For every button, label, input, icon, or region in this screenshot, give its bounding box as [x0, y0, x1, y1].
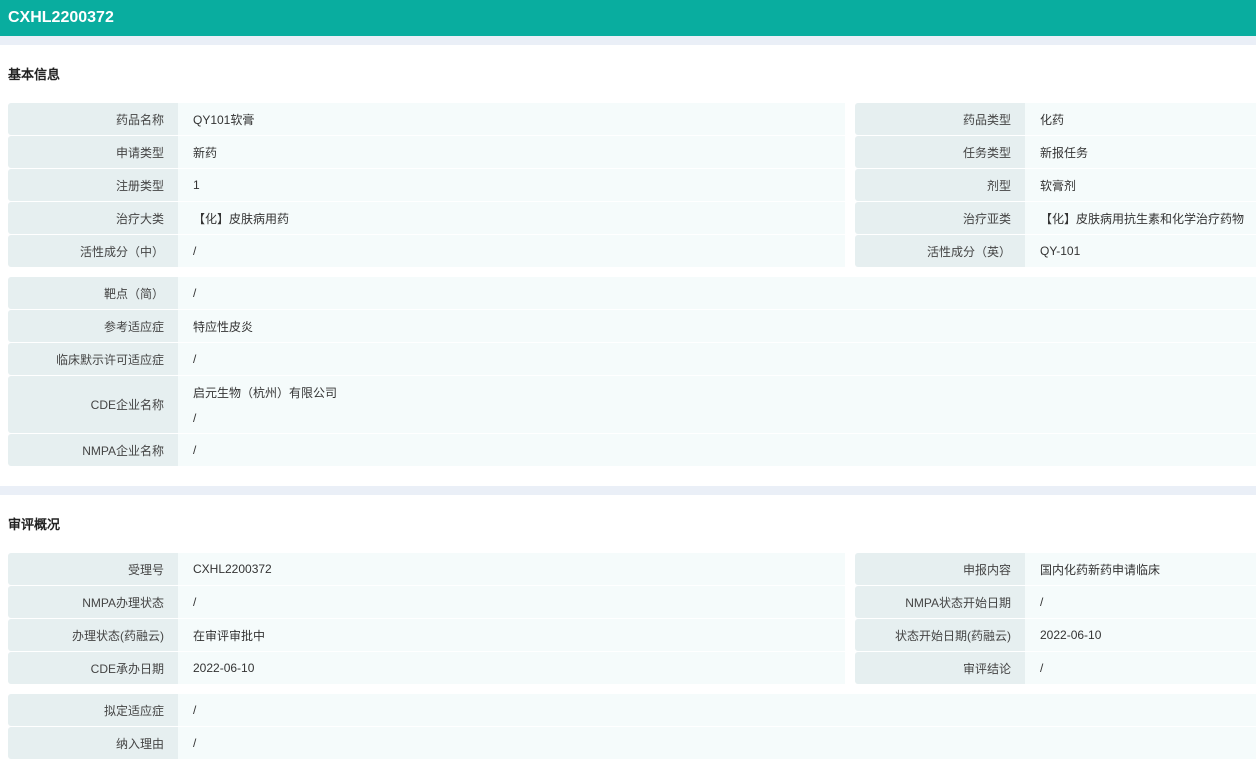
field-value: /: [1025, 586, 1256, 618]
field-label: 活性成分（中）: [8, 235, 178, 267]
info-row: 纳入理由 /: [8, 727, 1256, 759]
field-value: 2022-06-10: [1025, 619, 1256, 651]
field-label: 活性成分（英）: [855, 235, 1025, 267]
field-label: 药品类型: [855, 103, 1025, 135]
field-value: 化药: [1025, 103, 1256, 135]
field-label: 拟定适应症: [8, 694, 178, 726]
info-row: 活性成分（中） /: [8, 235, 845, 267]
field-value-line: 启元生物（杭州）有限公司: [193, 386, 338, 400]
field-value: 【化】皮肤病用抗生素和化学治疗药物: [1025, 202, 1256, 234]
field-label: NMPA办理状态: [8, 586, 178, 618]
field-value: 新报任务: [1025, 136, 1256, 168]
info-row: 注册类型 1: [8, 169, 845, 201]
field-value: 1: [178, 169, 845, 201]
field-label: 参考适应症: [8, 310, 178, 342]
field-value-line: /: [193, 411, 197, 425]
field-value: 新药: [178, 136, 845, 168]
field-label: 申报内容: [855, 553, 1025, 585]
info-row: 申报内容 国内化药新药申请临床: [855, 553, 1256, 585]
field-label: 审评结论: [855, 652, 1025, 684]
info-row: 办理状态(药融云) 在审评审批中: [8, 619, 845, 651]
info-row: 任务类型 新报任务: [855, 136, 1256, 168]
field-value: /: [178, 277, 1256, 309]
info-row: 剂型 软膏剂: [855, 169, 1256, 201]
field-label: CDE企业名称: [8, 376, 178, 433]
page-title: CXHL2200372: [0, 0, 1256, 36]
info-row: 药品类型 化药: [855, 103, 1256, 135]
field-label: CDE承办日期: [8, 652, 178, 684]
field-value: /: [1025, 652, 1256, 684]
field-label: 申请类型: [8, 136, 178, 168]
divider: [0, 36, 1256, 45]
info-row: 申请类型 新药: [8, 136, 845, 168]
field-value: 【化】皮肤病用药: [178, 202, 845, 234]
field-value: CXHL2200372: [178, 553, 845, 585]
field-label: 治疗亚类: [855, 202, 1025, 234]
info-row: NMPA状态开始日期 /: [855, 586, 1256, 618]
info-row: NMPA办理状态 /: [8, 586, 845, 618]
field-label: 药品名称: [8, 103, 178, 135]
info-row: 治疗亚类 【化】皮肤病用抗生素和化学治疗药物: [855, 202, 1256, 234]
field-label: 办理状态(药融云): [8, 619, 178, 651]
field-label: 靶点（简）: [8, 277, 178, 309]
field-label: 剂型: [855, 169, 1025, 201]
field-value: /: [178, 434, 1256, 466]
field-label: 任务类型: [855, 136, 1025, 168]
field-label: 治疗大类: [8, 202, 178, 234]
info-row: NMPA企业名称 /: [8, 434, 1256, 466]
field-label: 状态开始日期(药融云): [855, 619, 1025, 651]
field-label: 纳入理由: [8, 727, 178, 759]
info-row: 活性成分（英） QY-101: [855, 235, 1256, 267]
section-title: 审评概况: [8, 517, 61, 532]
field-value: 软膏剂: [1025, 169, 1256, 201]
field-value: 启元生物（杭州）有限公司 /: [178, 376, 1256, 433]
field-value: QY101软膏: [178, 103, 845, 135]
divider: [0, 486, 1256, 495]
basic-info-section: 基本信息 药品名称 QY101软膏 申请类型 新药 注册类型 1 治疗大类 【化】皮肤病用药活…: [0, 45, 1256, 486]
info-row: 药品名称 QY101软膏: [8, 103, 845, 135]
field-value: /: [178, 343, 1256, 375]
info-row: 靶点（简） /: [8, 277, 1256, 309]
info-row: CDE承办日期 2022-06-10: [8, 652, 845, 684]
info-row: 拟定适应症 /: [8, 694, 1256, 726]
field-value: 在审评审批中: [178, 619, 845, 651]
review-section: 审评概况 受理号 CXHL2200372 NMPA办理状态 / 办理状态(药融云) 在审评…: [0, 495, 1256, 779]
field-value: /: [178, 586, 845, 618]
field-label: NMPA状态开始日期: [855, 586, 1025, 618]
section-title: 基本信息: [8, 67, 61, 82]
field-value: QY-101: [1025, 235, 1256, 267]
field-label: 注册类型: [8, 169, 178, 201]
field-value: 国内化药新药申请临床: [1025, 553, 1256, 585]
info-row: 审评结论 /: [855, 652, 1256, 684]
info-row: 受理号 CXHL2200372: [8, 553, 845, 585]
field-value: 2022-06-10: [178, 652, 845, 684]
field-value: /: [178, 694, 1256, 726]
field-value: /: [178, 727, 1256, 759]
field-value: /: [178, 235, 845, 267]
field-label: NMPA企业名称: [8, 434, 178, 466]
field-label: 受理号: [8, 553, 178, 585]
field-value: 特应性皮炎: [178, 310, 1256, 342]
field-label: 临床默示许可适应症: [8, 343, 178, 375]
info-row: 临床默示许可适应症 /: [8, 343, 1256, 375]
info-row: 状态开始日期(药融云) 2022-06-10: [855, 619, 1256, 651]
info-row: 参考适应症 特应性皮炎: [8, 310, 1256, 342]
info-row: CDE企业名称 启元生物（杭州）有限公司 /: [8, 376, 1256, 433]
info-row: 治疗大类 【化】皮肤病用药: [8, 202, 845, 234]
